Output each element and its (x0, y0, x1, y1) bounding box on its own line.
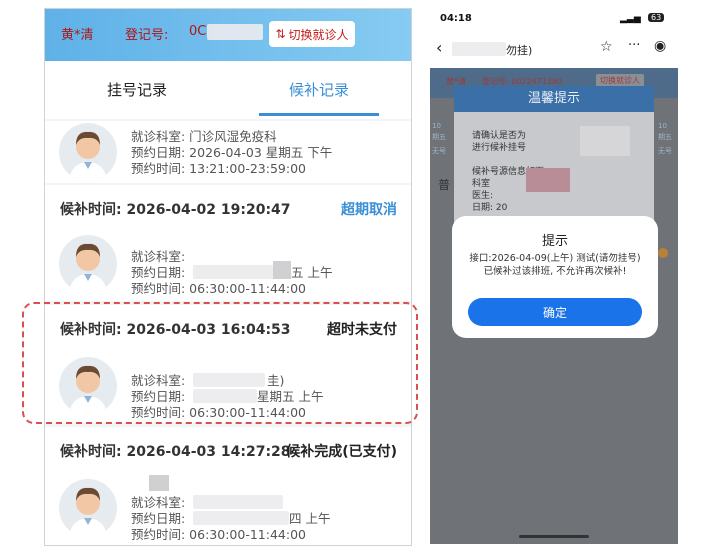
waitlist-card[interactable]: 候补时间: 2026-04-02 19:20:47 超期取消 就诊科室: 预约日… (45, 185, 411, 301)
confirm-button[interactable]: 确定 (468, 298, 642, 326)
status-badge: 超期取消 (341, 202, 397, 218)
card-date: 预约日期: (131, 511, 186, 526)
dialog-message-line: 接口:2026-04-09(上午) 测试(请勿挂号) (469, 253, 641, 264)
registration-number: 0C (189, 24, 207, 39)
clock: 04:18 (440, 13, 472, 24)
card-dept: 就诊科室: (131, 495, 186, 510)
background-weekday: 期五 (432, 133, 446, 141)
more-icon[interactable]: ··· (628, 38, 640, 53)
redacted-area (193, 265, 283, 279)
dialog-message-line: 已候补过该排班, 不允许再次候补! (483, 266, 627, 277)
waitlist-time: 候补时间: 2026-04-02 19:20:47 (60, 202, 291, 218)
dialog-title: 提示 (541, 234, 568, 249)
redacted-area (207, 24, 263, 40)
nav-bar: ‹ 勿挂) ☆ ··· ◉ (430, 30, 678, 68)
redacted-area (193, 495, 283, 509)
star-icon[interactable]: ☆ (600, 39, 613, 55)
background-availability: 无号 (432, 147, 446, 155)
patient-header: 黄*清 登记号: 0C ⇅ 切换就诊人 (45, 9, 411, 61)
alert-dialog: 提示 接口:2026-04-09(上午) 测试(请勿挂号) 已候补过该排班, 不… (452, 216, 658, 338)
redacted-area (580, 126, 630, 156)
card-dept: 就诊科室: 门诊风湿免疫科 (131, 129, 277, 144)
back-icon[interactable]: ‹ (436, 38, 442, 57)
waitlist-card[interactable]: 就诊科室: 门诊风湿免疫科 预约日期: 2026-04-03 星期五 下午 预约… (45, 121, 411, 183)
background-dot (658, 248, 668, 258)
switch-patient-label: 切换就诊人 (288, 27, 349, 42)
card-date: 预约日期: (131, 265, 186, 280)
redacted-area (273, 261, 291, 279)
background-availability: 无号 (658, 147, 672, 155)
waitlist-error-screen: 04:18 ▂▃▅ 63 ‹ 勿挂) ☆ ··· ◉ 黄*清 登记号: 0022… (430, 8, 678, 544)
status-badge: 候补完成(已支付) (286, 444, 397, 460)
warm-tip-title: 温馨提示 (454, 86, 654, 112)
home-indicator (519, 535, 589, 538)
battery-icon: 63 (648, 13, 665, 22)
card-date-tail: 四 上午 (289, 511, 331, 526)
signal-icon: ▂▃▅ (620, 14, 641, 24)
redacted-area (149, 475, 169, 491)
tab-registration-records[interactable]: 挂号记录 (107, 79, 167, 100)
warm-tip-line: 进行候补挂号 (472, 143, 527, 153)
warm-tip-line: 日期: 20 (472, 203, 508, 213)
card-time: 预约时间: 06:30:00-11:44:00 (131, 527, 306, 542)
background-weekday: 期五 (658, 133, 672, 141)
card-time: 预约时间: 13:21:00-23:59:00 (131, 161, 306, 176)
active-tab-indicator (259, 113, 379, 116)
background-section: 普 (438, 178, 451, 192)
doctor-avatar (59, 123, 117, 181)
switch-patient-button[interactable]: ⇅ 切换就诊人 (269, 21, 355, 47)
card-time: 预约时间: 06:30:00-11:44:00 (131, 281, 306, 296)
registration-label: 登记号: (125, 28, 169, 43)
doctor-avatar (59, 479, 117, 537)
redacted-area (452, 42, 506, 56)
waitlist-time: 候补时间: 2026-04-03 14:27:28 (60, 444, 291, 460)
dialog-message: 接口:2026-04-09(上午) 测试(请勿挂号) 已候补过该排班, 不允许再… (458, 252, 652, 278)
redacted-area (193, 511, 289, 525)
highlight-box (22, 302, 418, 424)
background-date: 10 (432, 122, 441, 130)
record-tabs: 挂号记录 候补记录 (45, 61, 411, 119)
card-date-tail: 五 上午 (291, 265, 333, 280)
patient-name: 黄*清 (61, 28, 94, 43)
background-date: 10 (658, 122, 667, 130)
page-title: 勿挂) (506, 44, 533, 57)
switch-arrows-icon: ⇅ (275, 27, 286, 41)
redacted-area (526, 168, 570, 192)
doctor-avatar (59, 235, 117, 293)
status-bar: 04:18 ▂▃▅ 63 (430, 8, 678, 30)
waitlist-records-screen: 黄*清 登记号: 0C ⇅ 切换就诊人 挂号记录 候补记录 就诊科室: 门诊风湿… (44, 8, 412, 546)
target-icon[interactable]: ◉ (654, 38, 666, 54)
card-dept: 就诊科室: (131, 249, 186, 264)
waitlist-card[interactable]: 候补时间: 2026-04-03 14:27:28 候补完成(已支付) 就诊科室… (45, 427, 411, 545)
card-date: 预约日期: 2026-04-03 星期五 下午 (131, 145, 333, 160)
tab-waitlist-records[interactable]: 候补记录 (289, 79, 349, 100)
